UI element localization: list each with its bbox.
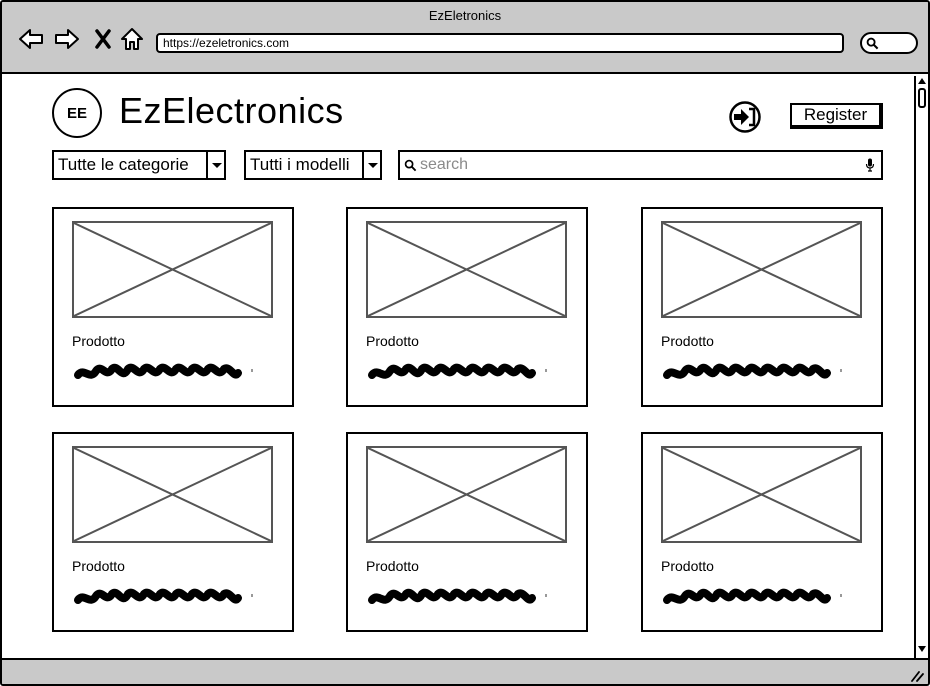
search-icon [404, 159, 417, 172]
product-title: Prodotto [661, 333, 714, 349]
login-icon[interactable] [728, 100, 762, 134]
page-content: EE EzElectronics Register Tutte le categ… [2, 76, 914, 658]
scroll-thumb[interactable] [918, 88, 926, 108]
product-image-placeholder [72, 221, 273, 318]
arrow-left-icon [19, 29, 43, 49]
category-select[interactable]: Tutte le categorie [52, 150, 226, 180]
scribbled-price-text [74, 363, 242, 379]
product-card[interactable]: Prodotto [346, 432, 588, 632]
model-select[interactable]: Tutti i modelli [244, 150, 382, 180]
product-title: Prodotto [72, 558, 125, 574]
scribbled-price-text [663, 588, 831, 604]
product-image-placeholder [72, 446, 273, 543]
divider [251, 594, 253, 597]
category-select-value: Tutte le categorie [58, 155, 189, 174]
product-title: Prodotto [72, 333, 125, 349]
vertical-scrollbar[interactable] [914, 76, 928, 658]
arrow-right-icon [55, 29, 79, 49]
product-card[interactable]: Prodotto [346, 207, 588, 407]
back-button[interactable] [16, 24, 46, 54]
product-image-placeholder [661, 221, 862, 318]
microphone-icon[interactable] [865, 158, 875, 172]
product-card[interactable]: Prodotto [641, 207, 883, 407]
close-icon [95, 29, 111, 49]
url-bar[interactable]: https://ezeletronics.com [156, 33, 844, 53]
brand-title: EzElectronics [119, 90, 344, 131]
register-button[interactable]: Register [790, 103, 883, 129]
scribbled-price-text [74, 588, 242, 604]
divider [251, 369, 253, 372]
scroll-up-arrow-icon[interactable] [918, 78, 926, 84]
status-bar [2, 658, 928, 684]
model-select-value: Tutti i modelli [250, 155, 350, 174]
logo: EE [52, 88, 102, 138]
scribbled-price-text [368, 363, 536, 379]
divider [840, 369, 842, 372]
scribbled-price-text [663, 363, 831, 379]
window-title: EzEletronics [428, 8, 502, 23]
home-button[interactable] [117, 24, 147, 54]
search-input[interactable] [420, 154, 860, 176]
product-image-placeholder [366, 446, 567, 543]
stop-button[interactable] [88, 24, 118, 54]
product-card[interactable]: Prodotto [52, 207, 294, 407]
home-icon [121, 28, 143, 50]
divider [545, 594, 547, 597]
product-image-placeholder [366, 221, 567, 318]
resize-grip-icon[interactable] [910, 668, 924, 682]
browser-chrome: EzEletronics https://ezeletronics.com [2, 2, 928, 74]
browser-window: EzEletronics https://ezeletronics.com EE… [0, 0, 930, 686]
divider [840, 594, 842, 597]
forward-button[interactable] [52, 24, 82, 54]
browser-search-field[interactable] [860, 32, 918, 54]
chevron-down-icon [206, 152, 224, 178]
product-image-placeholder [661, 446, 862, 543]
product-card[interactable]: Prodotto [52, 432, 294, 632]
scroll-down-arrow-icon[interactable] [918, 646, 926, 652]
divider [545, 369, 547, 372]
product-title: Prodotto [366, 333, 419, 349]
product-title: Prodotto [366, 558, 419, 574]
chevron-down-icon [362, 152, 380, 178]
product-card[interactable]: Prodotto [641, 432, 883, 632]
product-search[interactable] [398, 150, 883, 180]
scribbled-price-text [368, 588, 536, 604]
product-title: Prodotto [661, 558, 714, 574]
search-icon [866, 37, 879, 50]
